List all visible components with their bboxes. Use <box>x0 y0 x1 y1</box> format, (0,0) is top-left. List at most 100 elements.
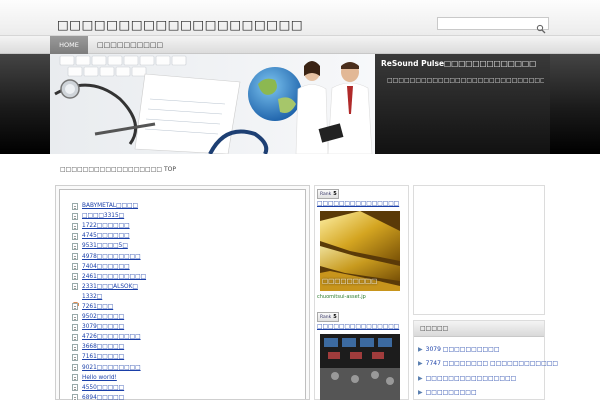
site-header: □□□□□□□□□□□□□□□□□□□□ <box>0 0 600 36</box>
rank-number: 5 <box>333 191 337 197</box>
document-icon <box>72 353 78 361</box>
post-link[interactable]: 7261□□□ <box>82 304 113 310</box>
banner-title[interactable]: ReSound Pulse□□□□□□□□□□□□□ <box>381 59 544 68</box>
post-list-item: 2461□□□□□□□□□ <box>72 272 146 282</box>
rank-label: Rank <box>320 315 332 320</box>
widget-link[interactable]: 3079 □□□□□□□□□□ <box>426 346 500 353</box>
widget-list-item: ▶ 3079 □□□□□□□□□□ <box>418 342 544 357</box>
post-link[interactable]: 9021□□□□□□□□ <box>82 365 141 371</box>
document-icon <box>72 263 78 271</box>
widget-link[interactable]: □□□□□□□□□ <box>426 389 477 396</box>
post-link[interactable]: 2461□□□□□□□□□ <box>82 274 146 280</box>
document-icon <box>72 384 78 392</box>
post-link[interactable]: Hello world! <box>82 375 117 381</box>
document-icon <box>72 374 78 382</box>
post-link[interactable]: □□□□3315□ <box>82 213 124 219</box>
post-link[interactable]: 3668□□□□□ <box>82 344 124 350</box>
post-link[interactable]: 4726□□□□□□□□ <box>82 334 141 340</box>
post-list-item: 9502□□□□□ <box>72 312 146 322</box>
post-link[interactable]: 9531□□□□5□ <box>82 243 128 249</box>
post-list-item: 7161□□□□□ <box>72 352 146 362</box>
document-icon <box>72 323 78 331</box>
breadcrumb: □□□□□□□□□□□□□□□□□□ TOP <box>60 166 176 173</box>
ad-link-1[interactable]: □□□□□□□□□□□□□□□ <box>317 201 399 207</box>
post-list-item: 4978□□□□□□□□ <box>72 251 146 261</box>
banner-description: □□□□□□□□□□□□□□□□□□□□□□□□□□□□□□□□□□□□ <box>387 77 544 84</box>
document-icon <box>72 394 78 400</box>
document-icon <box>72 333 78 341</box>
post-list: BABYMETAL□□□□ □□□□3315□ 1722□□□□□□ 4745□□□□… <box>71 201 146 400</box>
rank-label: Rank <box>320 192 332 197</box>
banner-text-panel: ReSound Pulse□□□□□□□□□□□□□ □□□□□□□□□□□□□… <box>375 54 550 154</box>
post-list-item: 7261□□□ <box>72 302 146 312</box>
post-list-item: Hello world! <box>72 373 146 383</box>
document-icon <box>72 273 78 281</box>
widget-link[interactable]: 7747 □□□□□□□□ □□□□□□□□□□□□ <box>426 360 558 367</box>
widget-list-item: ▶ 7747 □□□□□□□□ □□□□□□□□□□□□ <box>418 357 558 372</box>
triangle-bullet-icon: ▶ <box>418 345 423 353</box>
post-list-item: □□□□3315□ <box>72 211 146 221</box>
magnifier-icon[interactable] <box>536 19 546 34</box>
document-icon <box>72 313 78 321</box>
post-link[interactable]: 3079□□□□□ <box>82 324 124 330</box>
widget-link[interactable]: □□□□□□□□□□□□□□□□ <box>426 375 517 382</box>
right-sidebar: □□□□□ ▶ 3079 □□□□□□□□□□ ▶ 7747 □□□□□□□□ □□□… <box>413 185 558 400</box>
post-list-frame: BABYMETAL□□□□ □□□□3315□ 1722□□□□□□ 4745□□□□… <box>59 189 306 400</box>
site-title[interactable]: □□□□□□□□□□□□□□□□□□□□ <box>57 17 303 32</box>
document-icon <box>72 303 78 311</box>
post-list-item: 4745□□□□□□ <box>72 231 146 241</box>
post-link[interactable]: 2331□□□ALSOK□ <box>82 284 138 290</box>
rank-badge[interactable]: Rank 5 <box>317 189 339 199</box>
post-list-item: 3079□□□□□ <box>72 322 146 332</box>
post-link[interactable]: 1332□ <box>82 294 102 300</box>
document-icon <box>72 242 78 250</box>
post-list-item: 3668□□□□□ <box>72 342 146 352</box>
document-icon <box>72 232 78 240</box>
post-list-item: 1722□□□□□□ <box>72 221 146 231</box>
post-list-panel: BABYMETAL□□□□ □□□□3315□ 1722□□□□□□ 4745□□□□… <box>55 185 310 400</box>
widget-title: □□□□□ <box>414 321 544 337</box>
triangle-bullet-icon: ▶ <box>418 374 423 382</box>
sidebar-top-box <box>413 185 545 315</box>
post-list-item: BABYMETAL□□□□ <box>72 201 146 211</box>
post-list-item: 7404□□□□□□ <box>72 262 146 272</box>
post-link[interactable]: 4978□□□□□□□□ <box>82 254 141 260</box>
document-icon <box>72 202 78 210</box>
post-link[interactable]: 1722□□□□□□ <box>82 223 130 229</box>
post-link[interactable]: 7404□□□□□□ <box>82 264 130 270</box>
triangle-bullet-icon: ▶ <box>418 360 423 368</box>
nav-category[interactable]: □□□□□□□□□□ <box>97 36 163 54</box>
ad-column: Rank 5 □□□□□□□□□□□□□□□ □□□□□□□□□ chuomits… <box>314 185 409 400</box>
post-list-item: 9021□□□□□□□□ <box>72 363 146 373</box>
document-icon <box>72 364 78 372</box>
ad-overlay-text: □□□□□□□□□ <box>322 277 378 285</box>
nav-home[interactable]: HOME <box>50 36 88 54</box>
post-list-item: 1332□ <box>71 292 146 308</box>
ad-link-2[interactable]: □□□□□□□□□□□□□□□ <box>317 324 399 330</box>
rank-number: 5 <box>333 314 337 320</box>
post-list-item: 4550□□□□□ <box>72 383 146 393</box>
hero-banner: ReSound Pulse□□□□□□□□□□□□□ □□□□□□□□□□□□□… <box>0 54 600 154</box>
ad-caption[interactable]: chuomitsui-asset.jp <box>317 294 366 300</box>
document-icon <box>72 222 78 230</box>
main-nav: HOME □□□□□□□□□□ <box>0 36 600 54</box>
post-list-item: 4726□□□□□□□□ <box>72 332 146 342</box>
trading-floor-image[interactable] <box>320 334 400 400</box>
document-icon <box>72 212 78 220</box>
search-form[interactable] <box>437 17 549 36</box>
post-link[interactable]: 7161□□□□□ <box>82 354 124 360</box>
document-icon <box>72 343 78 351</box>
post-link[interactable]: 9502□□□□□ <box>82 314 124 320</box>
post-link[interactable]: 4745□□□□□□ <box>82 233 130 239</box>
post-link[interactable]: 4550□□□□□ <box>82 385 124 391</box>
rank-badge[interactable]: Rank 5 <box>317 312 339 322</box>
gold-bars-image[interactable]: □□□□□□□□□ <box>320 211 400 291</box>
post-link[interactable]: BABYMETAL□□□□ <box>82 203 138 209</box>
eye-icon <box>71 293 80 308</box>
medical-banner-image <box>50 54 375 154</box>
post-link[interactable]: 6894□□□□□ <box>82 395 124 400</box>
widget-list: ▶ 3079 □□□□□□□□□□ ▶ 7747 □□□□□□□□ □□□□□□□□□… <box>414 337 558 400</box>
search-input[interactable] <box>438 25 534 36</box>
post-list-item: 6894□□□□□ <box>72 393 146 400</box>
document-icon <box>72 283 78 291</box>
